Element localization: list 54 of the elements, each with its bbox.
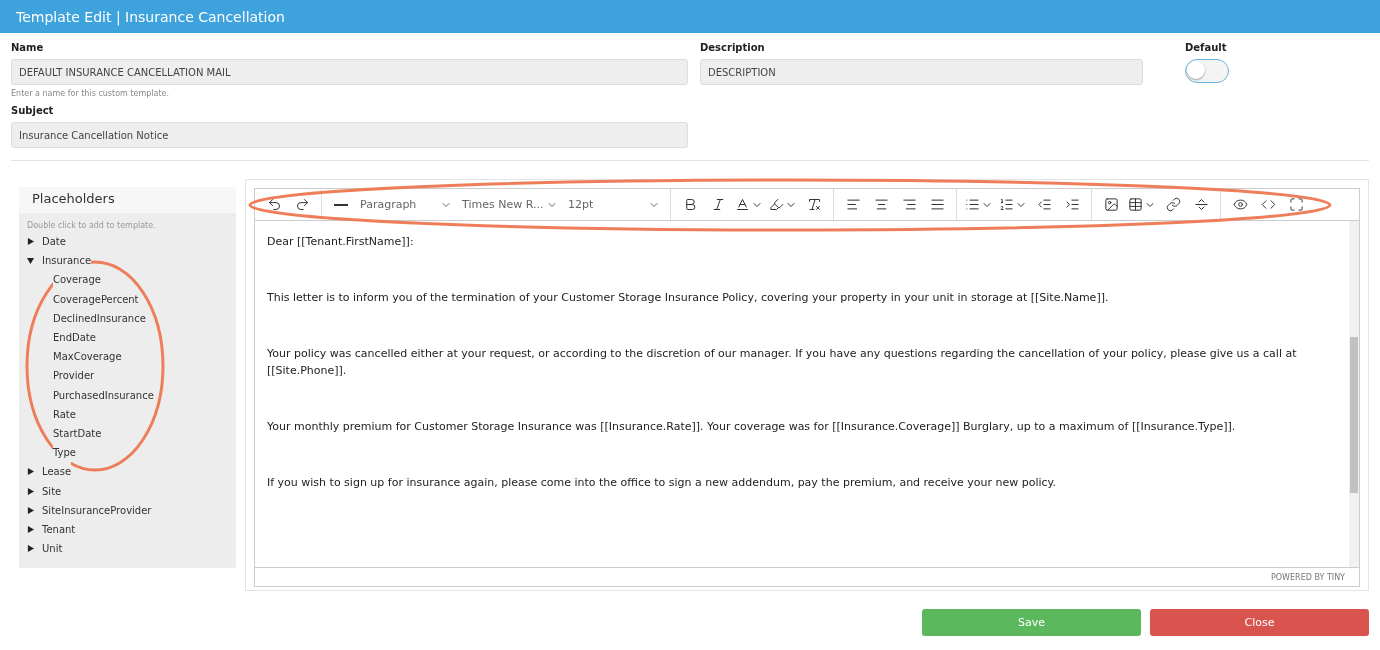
field-hint: Enter a name for this custom template. — [11, 89, 171, 98]
horizontal-line-icon — [334, 203, 348, 206]
link-icon — [1165, 197, 1181, 212]
fullscreen-icon — [1288, 197, 1304, 212]
outdent-icon — [1036, 197, 1052, 212]
collapsed-triangle-icon — [27, 506, 34, 514]
expanded-triangle-icon — [27, 257, 34, 265]
collapsed-triangle-icon — [27, 545, 34, 553]
close-button[interactable]: Close — [1150, 609, 1369, 636]
letter-paragraph: Your monthly premium for Customer Storage Insurance was [[Insurance.Rate]]. Your coverage was for [[Insurance.Coverage]] Burglary, up to a maximum of [[Insurance.Type]]. — [267, 419, 1237, 435]
scrollbar[interactable] — [1349, 221, 1359, 567]
field-label: Description — [700, 42, 766, 53]
page-break-icon — [1193, 197, 1209, 212]
field-label: Subject — [11, 105, 55, 116]
collapsed-triangle-icon — [27, 238, 34, 246]
indent-icon — [1064, 197, 1080, 212]
text-color-icon — [735, 197, 750, 212]
collapsed-triangle-icon — [27, 468, 34, 476]
preview-icon — [1232, 197, 1248, 212]
letter-paragraph: This letter is to inform you of the termination of your Customer Storage Insurance Policy, covering your property in your unit in storage at [[Site.Name]]. — [267, 290, 1110, 306]
tree-leaf[interactable]: Type — [53, 443, 76, 463]
align-right-icon — [901, 197, 917, 212]
collapsed-triangle-icon — [27, 487, 34, 495]
bullet-list-icon — [965, 197, 980, 212]
branding-text: POWERED BY TINY — [1271, 572, 1345, 582]
subject-field[interactable]: Insurance Cancellation Notice — [11, 122, 688, 148]
table-icon — [1128, 197, 1143, 212]
default-toggle[interactable] — [1185, 59, 1229, 83]
clear-format-icon — [806, 197, 822, 212]
collapsed-triangle-icon — [27, 525, 34, 533]
numbered-list-icon — [999, 197, 1014, 212]
justify-icon — [929, 197, 945, 212]
letter-paragraph: Your policy was cancelled either at your request, or according to the discretion of our manager. If you have any questions regarding the cancellation of your policy, please give us a call at [[Site.Phone]]. — [267, 346, 1298, 379]
field-label: Name — [11, 42, 45, 53]
font-family-select[interactable]: Times New R... — [458, 191, 562, 218]
panel-hint: Double click to add to template. — [27, 221, 157, 230]
window-title: Template Edit | Insurance Cancellation — [16, 8, 285, 25]
block-format-select[interactable]: Paragraph — [356, 191, 456, 218]
align-center-icon — [873, 197, 889, 212]
align-left-icon — [845, 197, 861, 212]
letter-paragraph: Dear [[Tenant.FirstName]]: — [267, 234, 415, 250]
font-size-select[interactable]: 12pt — [564, 191, 664, 218]
letter-paragraph: If you wish to sign up for insurance again, please come into the office to sign a new addendum, pay the premium, and receive your new policy. — [267, 475, 1058, 491]
name-field[interactable]: DEFAULT INSURANCE CANCELLATION MAIL — [11, 59, 688, 85]
italic-icon — [710, 197, 726, 212]
field-label: Default — [1185, 42, 1228, 53]
highlighter-icon — [769, 197, 784, 212]
image-icon — [1103, 197, 1119, 212]
panel-title: Placeholders — [19, 187, 236, 213]
description-field[interactable]: DESCRIPTION — [700, 59, 1143, 85]
redo-icon — [294, 197, 310, 212]
tree-leaf[interactable]: Coverage — [53, 270, 101, 290]
code-icon — [1260, 197, 1276, 212]
undo-icon — [266, 197, 282, 212]
